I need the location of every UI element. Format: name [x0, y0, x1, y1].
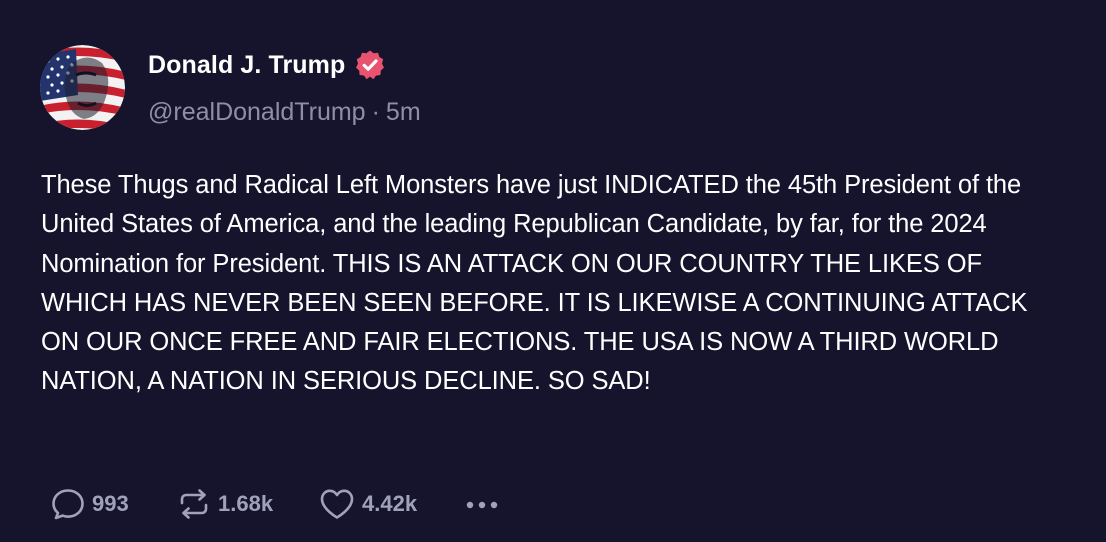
author-meta: @realDonaldTrump · 5m — [148, 95, 421, 129]
reply-bubble-icon — [50, 486, 86, 522]
repost-count: 1.68k — [218, 491, 274, 516]
author-handle[interactable]: @realDonaldTrump — [148, 98, 366, 126]
post-body-text: These Thugs and Radical Left Monsters ha… — [41, 171, 1028, 396]
reply-button[interactable]: 993 — [50, 486, 176, 522]
heart-icon — [318, 486, 356, 522]
like-count: 4.42k — [362, 491, 418, 516]
more-options-button[interactable] — [463, 486, 503, 522]
reply-count: 993 — [92, 491, 129, 516]
verified-badge-icon — [354, 49, 386, 81]
author-name-row: Donald J. Trump — [148, 47, 386, 83]
meta-separator: · — [371, 98, 380, 126]
avatar[interactable] — [40, 45, 125, 130]
post-timestamp[interactable]: 5m — [386, 98, 421, 126]
more-dots-icon — [463, 486, 503, 522]
repost-icon — [176, 486, 212, 522]
repost-button[interactable]: 1.68k — [176, 486, 318, 522]
like-button[interactable]: 4.42k — [318, 486, 463, 522]
post-actions-bar: 993 1.68k 4.42k — [50, 486, 503, 522]
author-display-name[interactable]: Donald J. Trump — [148, 47, 345, 83]
flag-portrait-avatar-icon — [40, 45, 125, 130]
post-card: Donald J. Trump @realDonaldTrump · 5m Thes… — [0, 0, 1106, 542]
